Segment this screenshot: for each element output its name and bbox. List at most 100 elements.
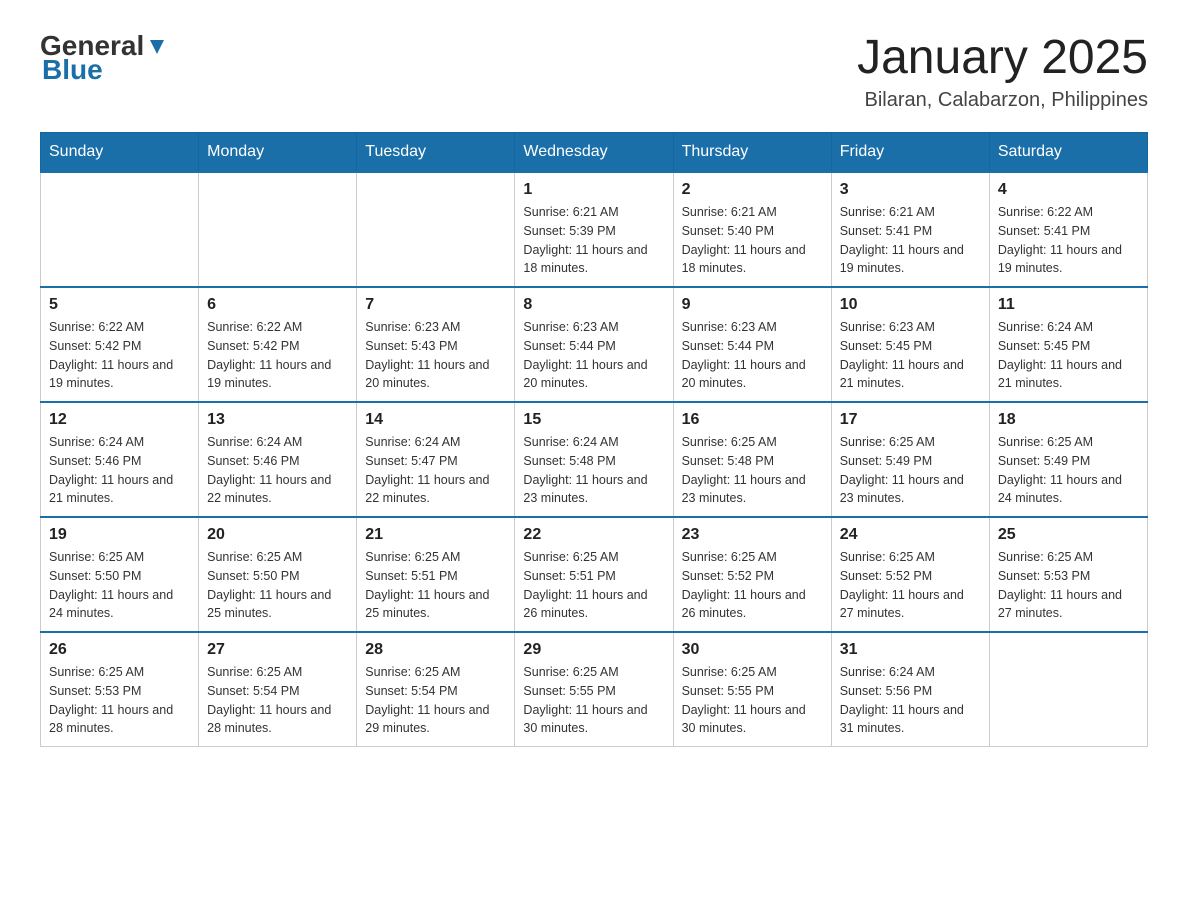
day-info: Sunrise: 6:25 AMSunset: 5:50 PMDaylight:… <box>49 548 190 623</box>
calendar-cell-9: 9 Sunrise: 6:23 AMSunset: 5:44 PMDaylight… <box>673 287 831 402</box>
calendar-header-thursday: Thursday <box>673 133 831 173</box>
day-number: 8 <box>523 296 664 314</box>
calendar-cell-empty-2 <box>357 172 515 287</box>
day-number: 31 <box>840 641 981 659</box>
calendar-cell-23: 23 Sunrise: 6:25 AMSunset: 5:52 PMDayligh… <box>673 517 831 632</box>
day-number: 23 <box>682 526 823 544</box>
day-info: Sunrise: 6:25 AMSunset: 5:49 PMDaylight:… <box>998 433 1139 508</box>
day-info: Sunrise: 6:24 AMSunset: 5:46 PMDaylight:… <box>49 433 190 508</box>
day-info: Sunrise: 6:22 AMSunset: 5:42 PMDaylight:… <box>207 318 348 393</box>
calendar-week-5: 26 Sunrise: 6:25 AMSunset: 5:53 PMDayligh… <box>41 632 1148 747</box>
page-header: General Blue January 2025 Bilaran, Calab… <box>40 30 1148 112</box>
day-number: 22 <box>523 526 664 544</box>
logo-triangle-icon <box>146 36 168 58</box>
calendar-cell-7: 7 Sunrise: 6:23 AMSunset: 5:43 PMDaylight… <box>357 287 515 402</box>
title-block: January 2025 Bilaran, Calabarzon, Philip… <box>857 30 1148 112</box>
month-title: January 2025 <box>857 30 1148 85</box>
day-info: Sunrise: 6:24 AMSunset: 5:46 PMDaylight:… <box>207 433 348 508</box>
day-number: 30 <box>682 641 823 659</box>
calendar-cell-27: 27 Sunrise: 6:25 AMSunset: 5:54 PMDayligh… <box>199 632 357 747</box>
day-info: Sunrise: 6:25 AMSunset: 5:52 PMDaylight:… <box>682 548 823 623</box>
day-info: Sunrise: 6:25 AMSunset: 5:50 PMDaylight:… <box>207 548 348 623</box>
calendar-cell-15: 15 Sunrise: 6:24 AMSunset: 5:48 PMDayligh… <box>515 402 673 517</box>
calendar-header-sunday: Sunday <box>41 133 199 173</box>
day-number: 21 <box>365 526 506 544</box>
calendar-cell-19: 19Sunrise: 6:25 AMSunset: 5:50 PMDayligh… <box>41 517 199 632</box>
calendar-header-friday: Friday <box>831 133 989 173</box>
day-info: Sunrise: 6:25 AMSunset: 5:48 PMDaylight:… <box>682 433 823 508</box>
day-info: Sunrise: 6:21 AMSunset: 5:39 PMDaylight:… <box>523 203 664 278</box>
day-info: Sunrise: 6:21 AMSunset: 5:41 PMDaylight:… <box>840 203 981 278</box>
day-number: 11 <box>998 296 1139 314</box>
calendar-table: SundayMondayTuesdayWednesdayThursdayFrid… <box>40 132 1148 747</box>
day-number: 1 <box>523 181 664 199</box>
day-info: Sunrise: 6:25 AMSunset: 5:51 PMDaylight:… <box>523 548 664 623</box>
day-number: 6 <box>207 296 348 314</box>
day-number: 2 <box>682 181 823 199</box>
day-number: 14 <box>365 411 506 429</box>
day-info: Sunrise: 6:23 AMSunset: 5:44 PMDaylight:… <box>523 318 664 393</box>
day-info: Sunrise: 6:23 AMSunset: 5:44 PMDaylight:… <box>682 318 823 393</box>
calendar-cell-28: 28 Sunrise: 6:25 AMSunset: 5:54 PMDayligh… <box>357 632 515 747</box>
calendar-week-3: 12Sunrise: 6:24 AMSunset: 5:46 PMDayligh… <box>41 402 1148 517</box>
calendar-header-saturday: Saturday <box>989 133 1147 173</box>
day-info: Sunrise: 6:25 AMSunset: 5:51 PMDaylight:… <box>365 548 506 623</box>
day-number: 3 <box>840 181 981 199</box>
day-number: 18 <box>998 411 1139 429</box>
day-info: Sunrise: 6:24 AMSunset: 5:47 PMDaylight:… <box>365 433 506 508</box>
day-info: Sunrise: 6:25 AMSunset: 5:49 PMDaylight:… <box>840 433 981 508</box>
calendar-cell-26: 26 Sunrise: 6:25 AMSunset: 5:53 PMDayligh… <box>41 632 199 747</box>
day-number: 7 <box>365 296 506 314</box>
day-number: 25 <box>998 526 1139 544</box>
calendar-cell-20: 20 Sunrise: 6:25 AMSunset: 5:50 PMDayligh… <box>199 517 357 632</box>
calendar-cell-empty-6 <box>989 632 1147 747</box>
calendar-cell-16: 16 Sunrise: 6:25 AMSunset: 5:48 PMDayligh… <box>673 402 831 517</box>
day-info: Sunrise: 6:24 AMSunset: 5:45 PMDaylight:… <box>998 318 1139 393</box>
calendar-cell-30: 30 Sunrise: 6:25 AMSunset: 5:55 PMDayligh… <box>673 632 831 747</box>
calendar-cell-6: 6 Sunrise: 6:22 AMSunset: 5:42 PMDaylight… <box>199 287 357 402</box>
calendar-cell-1: 1 Sunrise: 6:21 AMSunset: 5:39 PMDaylight… <box>515 172 673 287</box>
day-number: 5 <box>49 296 190 314</box>
calendar-cell-18: 18 Sunrise: 6:25 AMSunset: 5:49 PMDayligh… <box>989 402 1147 517</box>
day-info: Sunrise: 6:25 AMSunset: 5:55 PMDaylight:… <box>523 663 664 738</box>
calendar-header-wednesday: Wednesday <box>515 133 673 173</box>
calendar-cell-empty-0 <box>41 172 199 287</box>
location-subtitle: Bilaran, Calabarzon, Philippines <box>857 89 1148 112</box>
calendar-week-4: 19Sunrise: 6:25 AMSunset: 5:50 PMDayligh… <box>41 517 1148 632</box>
calendar-cell-17: 17Sunrise: 6:25 AMSunset: 5:49 PMDayligh… <box>831 402 989 517</box>
calendar-cell-31: 31 Sunrise: 6:24 AMSunset: 5:56 PMDayligh… <box>831 632 989 747</box>
day-number: 29 <box>523 641 664 659</box>
day-info: Sunrise: 6:24 AMSunset: 5:48 PMDaylight:… <box>523 433 664 508</box>
calendar-cell-10: 10 Sunrise: 6:23 AMSunset: 5:45 PMDayligh… <box>831 287 989 402</box>
calendar-cell-4: 4Sunrise: 6:22 AMSunset: 5:41 PMDaylight… <box>989 172 1147 287</box>
day-number: 10 <box>840 296 981 314</box>
day-info: Sunrise: 6:25 AMSunset: 5:55 PMDaylight:… <box>682 663 823 738</box>
day-number: 16 <box>682 411 823 429</box>
calendar-cell-5: 5 Sunrise: 6:22 AMSunset: 5:42 PMDaylight… <box>41 287 199 402</box>
day-info: Sunrise: 6:22 AMSunset: 5:41 PMDaylight:… <box>998 203 1139 278</box>
day-info: Sunrise: 6:25 AMSunset: 5:53 PMDaylight:… <box>998 548 1139 623</box>
day-number: 24 <box>840 526 981 544</box>
calendar-week-1: 1 Sunrise: 6:21 AMSunset: 5:39 PMDaylight… <box>41 172 1148 287</box>
day-number: 20 <box>207 526 348 544</box>
day-info: Sunrise: 6:22 AMSunset: 5:42 PMDaylight:… <box>49 318 190 393</box>
day-number: 9 <box>682 296 823 314</box>
calendar-cell-22: 22 Sunrise: 6:25 AMSunset: 5:51 PMDayligh… <box>515 517 673 632</box>
calendar-cell-3: 3 Sunrise: 6:21 AMSunset: 5:41 PMDaylight… <box>831 172 989 287</box>
day-info: Sunrise: 6:25 AMSunset: 5:52 PMDaylight:… <box>840 548 981 623</box>
day-number: 28 <box>365 641 506 659</box>
calendar-cell-12: 12Sunrise: 6:24 AMSunset: 5:46 PMDayligh… <box>41 402 199 517</box>
day-number: 15 <box>523 411 664 429</box>
calendar-cell-14: 14 Sunrise: 6:24 AMSunset: 5:47 PMDayligh… <box>357 402 515 517</box>
day-number: 27 <box>207 641 348 659</box>
logo-blue-text: Blue <box>42 54 103 86</box>
day-info: Sunrise: 6:25 AMSunset: 5:54 PMDaylight:… <box>365 663 506 738</box>
day-info: Sunrise: 6:25 AMSunset: 5:54 PMDaylight:… <box>207 663 348 738</box>
calendar-cell-25: 25 Sunrise: 6:25 AMSunset: 5:53 PMDayligh… <box>989 517 1147 632</box>
day-info: Sunrise: 6:23 AMSunset: 5:45 PMDaylight:… <box>840 318 981 393</box>
day-info: Sunrise: 6:23 AMSunset: 5:43 PMDaylight:… <box>365 318 506 393</box>
day-info: Sunrise: 6:25 AMSunset: 5:53 PMDaylight:… <box>49 663 190 738</box>
day-number: 26 <box>49 641 190 659</box>
day-info: Sunrise: 6:24 AMSunset: 5:56 PMDaylight:… <box>840 663 981 738</box>
calendar-cell-24: 24 Sunrise: 6:25 AMSunset: 5:52 PMDayligh… <box>831 517 989 632</box>
